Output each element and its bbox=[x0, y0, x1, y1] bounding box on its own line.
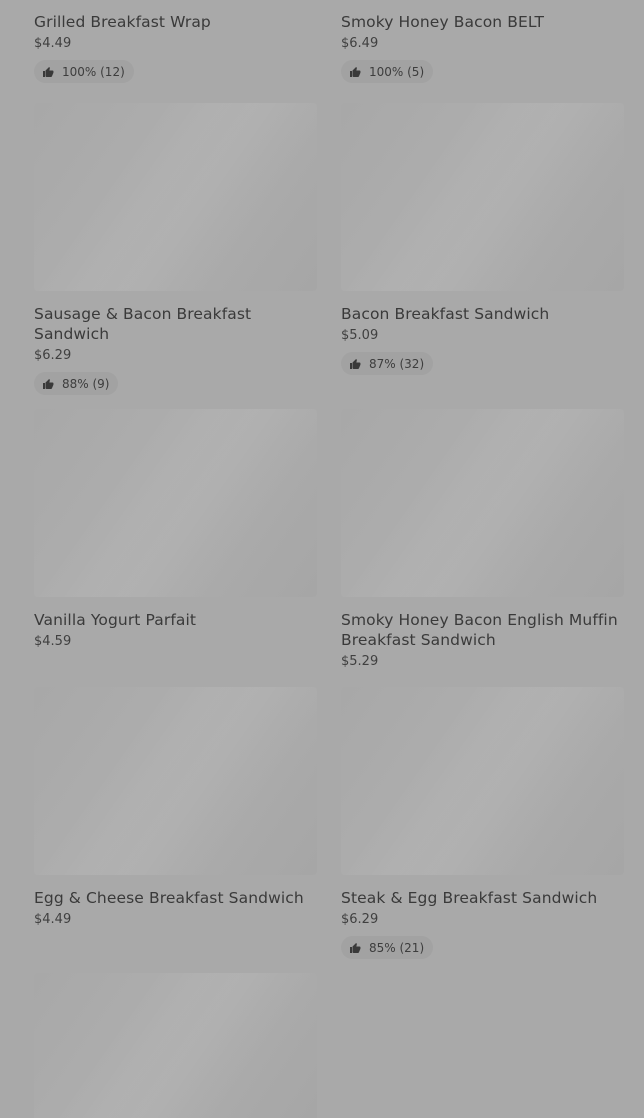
rating-badge: 88% (9) bbox=[34, 372, 119, 395]
rating-badge: 100% (12) bbox=[34, 60, 134, 83]
item-image[interactable] bbox=[34, 103, 317, 291]
item-price: $4.49 bbox=[34, 36, 72, 51]
menu-item-card[interactable]: Steak & Egg Breakfast Sandwich $6.29 85%… bbox=[341, 687, 624, 959]
item-price: $4.59 bbox=[34, 634, 72, 649]
item-name[interactable]: Smoky Honey Bacon BELT bbox=[341, 12, 624, 32]
item-price: $6.49 bbox=[341, 36, 379, 51]
item-image[interactable] bbox=[34, 973, 317, 1118]
thumbs-up-icon bbox=[350, 942, 361, 953]
rating-text: 100% (12) bbox=[62, 64, 125, 79]
menu-item-card[interactable]: Vanilla Yogurt Parfait $4.59 bbox=[34, 409, 317, 650]
rating-text: 88% (9) bbox=[62, 376, 110, 391]
item-image[interactable] bbox=[341, 687, 624, 875]
rating-text: 87% (32) bbox=[369, 356, 425, 371]
menu-item-grid: Grilled Breakfast Wrap $4.49 100% (12) S… bbox=[0, 0, 644, 1118]
item-name[interactable]: Bacon Breakfast Sandwich bbox=[341, 304, 624, 324]
item-name[interactable]: Egg & Cheese Breakfast Sandwich bbox=[34, 888, 317, 908]
item-image[interactable] bbox=[34, 409, 317, 597]
rating-badge: 87% (32) bbox=[341, 352, 434, 375]
item-image[interactable] bbox=[34, 687, 317, 875]
item-image[interactable] bbox=[341, 409, 624, 597]
menu-item-card[interactable]: Bacon Breakfast Sandwich $5.09 87% (32) bbox=[341, 103, 624, 375]
item-price: $5.09 bbox=[341, 328, 379, 343]
item-price: $6.29 bbox=[341, 912, 379, 927]
item-name[interactable]: Vanilla Yogurt Parfait bbox=[34, 610, 317, 630]
rating-text: 85% (21) bbox=[369, 940, 425, 955]
rating-text: 100% (5) bbox=[369, 64, 425, 79]
item-name[interactable]: Steak & Egg Breakfast Sandwich bbox=[341, 888, 624, 908]
menu-item-card[interactable] bbox=[34, 973, 317, 1118]
thumbs-up-icon bbox=[43, 66, 54, 77]
item-name[interactable]: Grilled Breakfast Wrap bbox=[34, 12, 317, 32]
rating-badge: 85% (21) bbox=[341, 936, 434, 959]
menu-item-card[interactable]: Smoky Honey Bacon BELT $6.49 100% (5) bbox=[341, 0, 624, 83]
item-name[interactable]: Sausage & Bacon Breakfast Sandwich bbox=[34, 304, 317, 344]
menu-item-card[interactable]: Sausage & Bacon Breakfast Sandwich $6.29… bbox=[34, 103, 317, 395]
item-image[interactable] bbox=[341, 103, 624, 291]
item-price: $4.49 bbox=[34, 912, 72, 927]
item-price: $5.29 bbox=[341, 654, 379, 669]
thumbs-up-icon bbox=[43, 378, 54, 389]
item-price: $6.29 bbox=[34, 348, 72, 363]
item-name[interactable]: Smoky Honey Bacon English Muffin Breakfa… bbox=[341, 610, 624, 650]
menu-item-card[interactable]: Egg & Cheese Breakfast Sandwich $4.49 bbox=[34, 687, 317, 928]
menu-item-card[interactable]: Smoky Honey Bacon English Muffin Breakfa… bbox=[341, 409, 624, 670]
thumbs-up-icon bbox=[350, 66, 361, 77]
thumbs-up-icon bbox=[350, 358, 361, 369]
rating-badge: 100% (5) bbox=[341, 60, 434, 83]
menu-item-card[interactable]: Grilled Breakfast Wrap $4.49 100% (12) bbox=[34, 0, 317, 83]
